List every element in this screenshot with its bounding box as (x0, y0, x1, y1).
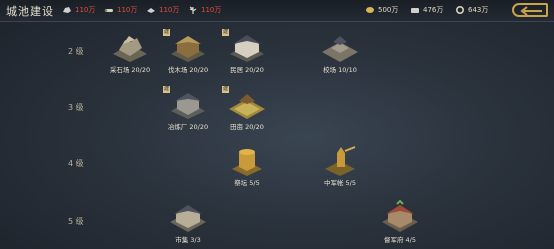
altar-building-icon (232, 149, 262, 176)
level-label: 2 级 (68, 47, 84, 56)
market-building-icon (170, 205, 206, 232)
cost-value: 110万 (201, 6, 222, 14)
building-drill-ground[interactable]: 校场 10/10 (315, 30, 365, 74)
resource-copper: 500万 (365, 5, 398, 15)
iron-icon (147, 8, 155, 13)
silver-icon (411, 8, 419, 13)
building-farmland[interactable]: 建 田亩 20/20 (222, 86, 272, 131)
building-label: 校场 10/10 (323, 66, 357, 74)
cost-wood: 110万 (104, 5, 137, 15)
building-governor-office[interactable]: 督军府 4/5 (375, 200, 425, 244)
resource-value: 643万 (468, 6, 489, 14)
building-label: 中军帐 5/5 (323, 179, 357, 187)
building-label: 市集 3/3 (175, 236, 201, 244)
residence-building-icon (230, 35, 264, 62)
building-label: 冶炼厂 20/20 (167, 123, 209, 131)
level-label: 3 级 (68, 103, 84, 112)
wood-icon (104, 9, 113, 12)
building-quarry[interactable]: 采石场 20/20 (105, 30, 155, 74)
cost-stone: 110万 (62, 5, 95, 15)
building-residence[interactable]: 建 民居 20/20 (222, 29, 272, 74)
cost-value: 110万 (159, 6, 180, 14)
back-arrow-icon (520, 6, 542, 16)
building-altar[interactable]: 祭坛 5/5 (222, 143, 272, 187)
stone-icon (63, 7, 71, 13)
building-label: 祭坛 5/5 (234, 179, 260, 187)
drill-ground-building-icon (322, 36, 358, 62)
smelter-building-icon (171, 93, 205, 119)
level-label: 4 级 (68, 159, 84, 168)
building-label: 伐木场 20/20 (167, 66, 209, 74)
building-lumberyard[interactable]: 建 伐木场 20/20 (163, 29, 213, 74)
building-label: 田亩 20/20 (230, 123, 264, 131)
grain-icon (189, 6, 197, 14)
back-button[interactable] (512, 3, 548, 17)
resource-jade: 643万 (455, 5, 488, 15)
quarry-building-icon (113, 36, 147, 62)
building-label: 民居 20/20 (230, 66, 264, 74)
cost-iron: 110万 (146, 5, 179, 15)
building-label: 督军府 4/5 (383, 236, 417, 244)
lumberyard-building-icon (171, 36, 205, 62)
building-central-command[interactable]: 中军帐 5/5 (315, 143, 365, 187)
governor-office-building-icon (382, 200, 418, 232)
cost-grain: 110万 (188, 5, 221, 15)
building-market[interactable]: 市集 3/3 (163, 200, 213, 244)
building-label: 采石场 20/20 (109, 66, 151, 74)
central-command-building-icon (325, 146, 356, 176)
resource-value: 500万 (378, 6, 399, 14)
resource-value: 476万 (423, 6, 444, 14)
cost-value: 110万 (75, 6, 96, 14)
building-smelter[interactable]: 建 冶炼厂 20/20 (163, 86, 213, 131)
resource-silver: 476万 (410, 5, 443, 15)
level-label: 5 级 (68, 217, 84, 226)
top-bar: 城池建设 110万 110万 110万 110万 500万 476万 643万 (0, 0, 554, 22)
farmland-building-icon (229, 94, 265, 119)
copper-coin-icon (366, 7, 374, 13)
jade-icon (456, 6, 464, 14)
cost-value: 110万 (117, 6, 138, 14)
page-title: 城池建设 (6, 5, 54, 18)
